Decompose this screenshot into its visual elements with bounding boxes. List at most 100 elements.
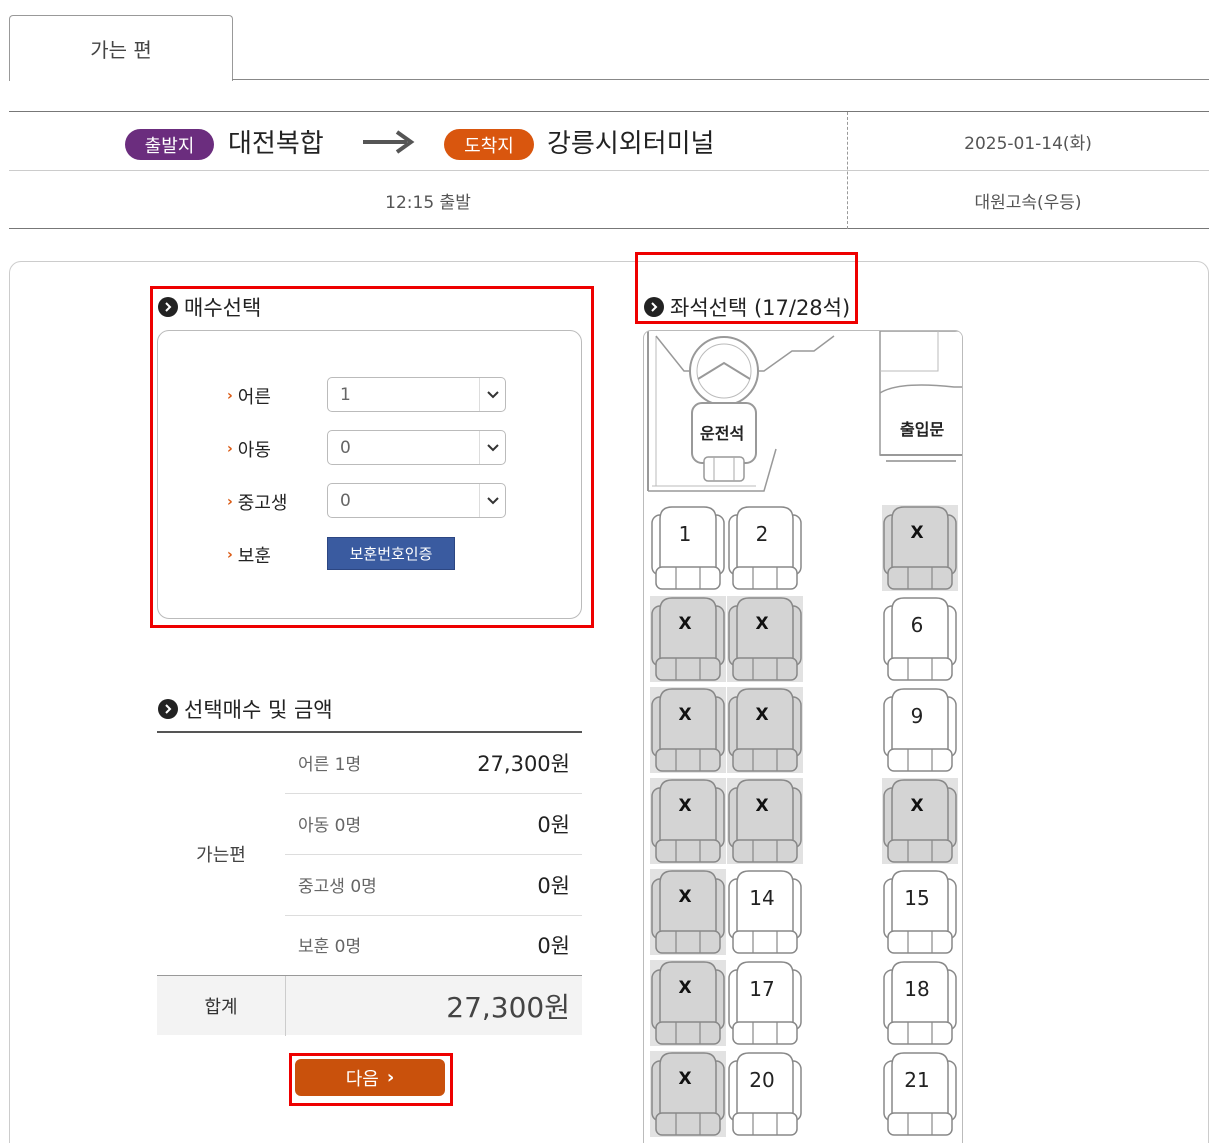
- chevron-right-icon: ›: [227, 441, 233, 457]
- seat-available[interactable]: 2: [727, 505, 805, 591]
- tab-outbound[interactable]: 가는 편: [9, 15, 233, 81]
- departure-terminal: 대전복합: [228, 129, 324, 159]
- student-label: › 중고생: [227, 489, 287, 515]
- seat-number: X: [910, 796, 924, 816]
- seat-taken: X: [650, 960, 728, 1046]
- arrow-right-icon: [363, 130, 415, 154]
- arrival-terminal: 강릉시외터미널: [547, 129, 715, 159]
- seat-number: 17: [749, 977, 775, 1001]
- seat-number: 21: [904, 1068, 930, 1092]
- veteran-label-text: 보훈: [237, 546, 271, 567]
- child-count-value: 0: [340, 437, 351, 458]
- adult-count-select[interactable]: 1: [327, 377, 506, 412]
- chevron-right-icon: ›: [227, 494, 233, 510]
- bus-front-illustration: [647, 331, 962, 492]
- driver-seat-label: 운전석: [700, 424, 745, 443]
- veteran-label: › 보훈: [227, 542, 271, 568]
- seat-taken: X: [650, 869, 728, 955]
- adult-label: › 어른: [227, 383, 271, 409]
- summary-group-label: 가는편: [196, 845, 246, 866]
- seat-taken: X: [727, 596, 805, 682]
- seat-number: X: [755, 614, 769, 634]
- adult-count-value: 1: [340, 384, 351, 405]
- seat-number: X: [755, 705, 769, 725]
- next-button[interactable]: 다음 ›: [295, 1059, 445, 1096]
- seat-available[interactable]: 21: [882, 1051, 960, 1137]
- seat-taken: X: [882, 505, 960, 591]
- child-count-select[interactable]: 0: [327, 430, 506, 465]
- seat-number: X: [755, 796, 769, 816]
- seat-taken: X: [882, 778, 960, 864]
- summary-row-value: 27,300원: [477, 752, 570, 776]
- summary-row-label: 아동 0명: [298, 816, 362, 836]
- travel-date: 2025-01-14(화): [964, 134, 1092, 154]
- route-row: 출발지 대전복합 도착지 강릉시외터미널 2025-01-14(화): [9, 112, 1209, 171]
- seat-available[interactable]: 18: [882, 960, 960, 1046]
- chevron-down-icon: [479, 484, 505, 517]
- seat-available[interactable]: 15: [882, 869, 960, 955]
- total-label: 합계: [204, 997, 238, 1018]
- seat-number: 14: [749, 886, 775, 910]
- seat-available[interactable]: 6: [882, 596, 960, 682]
- summary-row-value: 0원: [537, 934, 570, 958]
- door-label: 출입문: [900, 420, 945, 439]
- summary-table: 가는편 어른 1명 27,300원 아동 0명 0원 중고생 0명 0원 보훈 0명 0…: [157, 731, 582, 1036]
- seat-number: 18: [904, 977, 930, 1001]
- seat-taken: X: [650, 1051, 728, 1137]
- tab-outbound-label: 가는 편: [90, 38, 152, 62]
- departure-time: 12:15 출발: [385, 193, 471, 213]
- chevron-right-icon: [158, 699, 178, 719]
- next-button-label: 다음: [345, 1068, 379, 1090]
- total-divider: [285, 976, 286, 1036]
- tab-divider: [232, 79, 1209, 80]
- seat-available[interactable]: 14: [727, 869, 805, 955]
- chevron-down-icon: [479, 378, 505, 411]
- seat-taken: X: [650, 687, 728, 773]
- seat-number: X: [678, 705, 692, 725]
- summary-section-title: 선택매수 및 금액: [158, 694, 333, 724]
- seat-taken: X: [650, 778, 728, 864]
- seat-available[interactable]: 9: [882, 687, 960, 773]
- seat-number: X: [678, 796, 692, 816]
- chevron-down-icon: [479, 431, 505, 464]
- seat-taken: X: [650, 596, 728, 682]
- summary-row-label: 중고생 0명: [298, 877, 377, 897]
- chevron-right-icon: ›: [227, 547, 233, 563]
- schedule-row: 12:15 출발 대원고속(우등): [9, 171, 1209, 229]
- highlight-seat-title: [635, 252, 858, 324]
- table-row: 어른 1명 27,300원: [285, 733, 582, 794]
- seat-number: X: [910, 523, 924, 543]
- seat-available[interactable]: 20: [727, 1051, 805, 1137]
- seat-number: X: [678, 614, 692, 634]
- count-selection-box: [157, 330, 582, 619]
- bus-company: 대원고속(우등): [974, 193, 1082, 213]
- table-row: 중고생 0명 0원: [285, 855, 582, 916]
- bus-seat-map: 운전석 출입문 1 2 X X X 6 X X 9 X X X X 14 15 …: [643, 330, 963, 1143]
- seat-number: X: [678, 1069, 692, 1089]
- departure-badge: 출발지: [125, 129, 214, 160]
- student-label-text: 중고생: [237, 493, 288, 514]
- seat-available[interactable]: 1: [650, 505, 728, 591]
- seat-taken: X: [727, 687, 805, 773]
- seat-number: X: [678, 887, 692, 907]
- veteran-verify-button[interactable]: 보훈번호인증: [327, 537, 455, 570]
- arrival-badge: 도착지: [444, 129, 534, 160]
- seat-available[interactable]: 17: [727, 960, 805, 1046]
- adult-label-text: 어른: [237, 387, 271, 408]
- seat-number: 6: [910, 613, 924, 637]
- student-count-value: 0: [340, 490, 351, 511]
- child-label-text: 아동: [237, 440, 271, 461]
- seat-number: 20: [749, 1068, 775, 1092]
- child-label: › 아동: [227, 436, 271, 462]
- seat-number: 2: [755, 522, 769, 546]
- table-row: 아동 0명 0원: [285, 794, 582, 855]
- seat-number: 1: [678, 522, 692, 546]
- table-row: 보훈 0명 0원: [285, 915, 582, 976]
- summary-row-label: 보훈 0명: [298, 937, 362, 957]
- summary-row-value: 0원: [537, 874, 570, 898]
- seat-taken: X: [727, 778, 805, 864]
- summary-section-label: 선택매수 및 금액: [184, 698, 333, 722]
- chevron-right-icon: ›: [227, 388, 233, 404]
- total-value: 27,300원: [446, 991, 570, 1024]
- student-count-select[interactable]: 0: [327, 483, 506, 518]
